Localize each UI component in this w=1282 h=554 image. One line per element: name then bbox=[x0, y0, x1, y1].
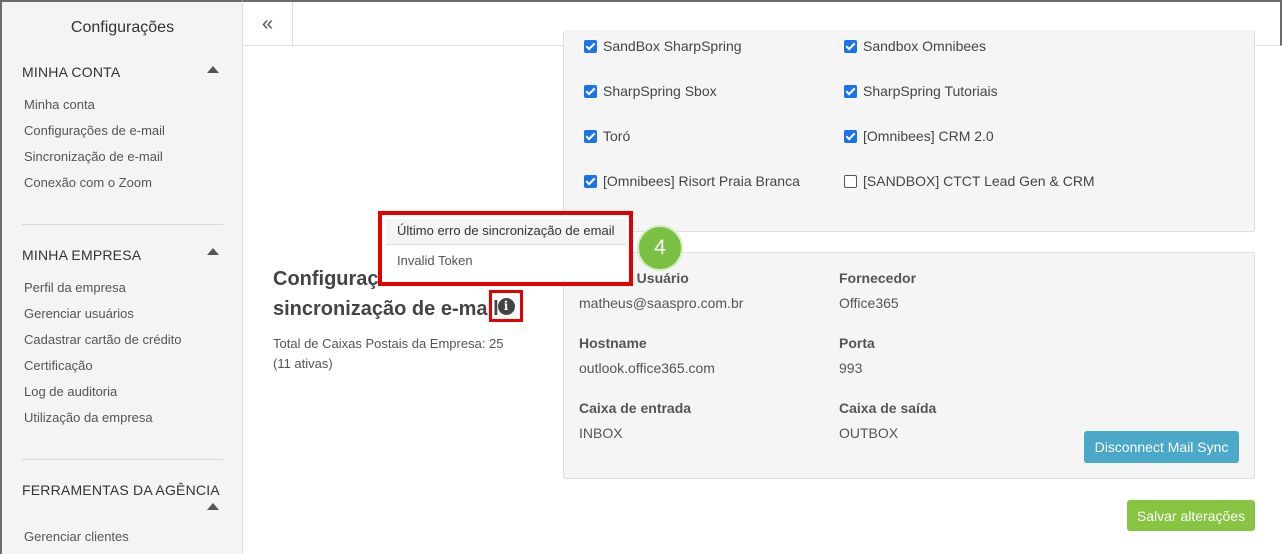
step-number-badge: 4 bbox=[637, 225, 683, 271]
section-ferramentas-agencia[interactable]: FERRAMENTAS DA AGÊNCIA bbox=[22, 482, 220, 498]
sidebar-item-certificacao[interactable]: Certificação bbox=[24, 358, 93, 373]
sidebar-item-minha-conta[interactable]: Minha conta bbox=[24, 97, 95, 112]
account-label: SandBox SharpSpring bbox=[603, 38, 742, 54]
user-name-label: e Usuário bbox=[625, 270, 689, 286]
hostname-value: outlook.office365.com bbox=[579, 360, 715, 376]
account-checkbox[interactable]: SharpSpring Tutoriais bbox=[844, 83, 998, 99]
account-checkbox[interactable]: SandBox SharpSpring bbox=[584, 38, 742, 54]
section-minha-conta[interactable]: MINHA CONTA bbox=[22, 64, 120, 80]
sidebar-divider bbox=[22, 224, 223, 225]
outbox-label: Caixa de saída bbox=[839, 400, 937, 416]
save-changes-button[interactable]: Salvar alterações bbox=[1127, 500, 1255, 531]
account-label: [Omnibees] CRM 2.0 bbox=[863, 128, 994, 144]
account-checkbox[interactable]: [SANDBOX] CTCT Lead Gen & CRM bbox=[844, 173, 1095, 189]
account-label: SharpSpring Tutoriais bbox=[863, 83, 998, 99]
account-checkbox[interactable]: Toró bbox=[584, 128, 630, 144]
provider-value: Office365 bbox=[839, 295, 899, 311]
sidebar-item-perfil-empresa[interactable]: Perfil da empresa bbox=[24, 280, 126, 295]
user-name-value: matheus@saaspro.com.br bbox=[579, 295, 744, 311]
inbox-label: Caixa de entrada bbox=[579, 400, 692, 416]
double-chevron-left-icon: « bbox=[261, 12, 274, 35]
sidebar-item-cadastrar-cartao[interactable]: Cadastrar cartão de crédito bbox=[24, 332, 182, 347]
port-label: Porta bbox=[839, 335, 875, 351]
outbox-value: OUTBOX bbox=[839, 425, 899, 441]
sidebar-divider bbox=[22, 459, 223, 460]
account-label: Sandbox Omnibees bbox=[863, 38, 986, 54]
account-checkbox[interactable]: Sandbox Omnibees bbox=[844, 38, 986, 54]
account-label: Toró bbox=[603, 128, 631, 144]
collapse-caret-icon[interactable] bbox=[207, 248, 219, 255]
sidebar-title: Configurações bbox=[70, 19, 175, 36]
mailbox-total: Total de Caixas Postais da Empresa: 25 (… bbox=[273, 334, 504, 374]
checkbox-checked[interactable] bbox=[584, 129, 597, 143]
tooltip-title: Último erro de sincronização de email bbox=[386, 219, 626, 245]
sidebar-item-gerenciar-usuarios[interactable]: Gerenciar usuários bbox=[24, 306, 134, 321]
section-minha-empresa[interactable]: MINHA EMPRESA bbox=[22, 247, 141, 263]
checkbox-checked[interactable] bbox=[584, 174, 597, 188]
checkbox-checked[interactable] bbox=[844, 84, 857, 98]
sidebar-item-sincronizacao-email[interactable]: Sincronização de e-mail bbox=[24, 149, 163, 164]
sidebar-item-utilizacao-empresa[interactable]: Utilização da empresa bbox=[24, 410, 153, 425]
title-line-2: sincronização de e-mail bbox=[273, 298, 499, 320]
sync-error-info-button[interactable]: i bbox=[489, 290, 523, 322]
disconnect-mail-sync-button[interactable]: Disconnect Mail Sync bbox=[1084, 431, 1239, 463]
sidebar-item-log-auditoria[interactable]: Log de auditoria bbox=[24, 384, 117, 399]
tooltip-message: Invalid Token bbox=[397, 253, 473, 268]
mailbox-total-line-2: (11 ativas) bbox=[273, 356, 333, 371]
provider-label: Fornecedor bbox=[839, 270, 917, 286]
sidebar-item-conexao-zoom[interactable]: Conexão com o Zoom bbox=[24, 175, 152, 190]
settings-sidebar: Configurações MINHA CONTA Minha conta Co… bbox=[0, 0, 243, 554]
checkbox-checked[interactable] bbox=[584, 39, 597, 53]
collapse-caret-icon[interactable] bbox=[207, 66, 219, 73]
account-label: [SANDBOX] CTCT Lead Gen & CRM bbox=[863, 173, 1095, 189]
account-checkbox[interactable]: [Omnibees] CRM 2.0 bbox=[844, 128, 994, 144]
account-label: SharpSpring Sbox bbox=[603, 83, 717, 99]
collapse-sidebar-button[interactable]: « bbox=[243, 2, 293, 46]
hostname-label: Hostname bbox=[579, 335, 647, 351]
account-label: [Omnibees] Risort Praia Branca bbox=[603, 173, 800, 189]
port-value: 993 bbox=[839, 360, 863, 376]
sidebar-item-configuracoes-email[interactable]: Configurações de e-mail bbox=[24, 123, 165, 138]
account-checkbox[interactable]: [Omnibees] Risort Praia Branca bbox=[584, 173, 800, 189]
account-checkbox[interactable]: SharpSpring Sbox bbox=[584, 83, 717, 99]
mailbox-total-line-1: Total de Caixas Postais da Empresa: 25 bbox=[273, 336, 504, 351]
info-icon: i bbox=[497, 297, 515, 315]
collapse-caret-icon[interactable] bbox=[207, 503, 219, 510]
checkbox-unchecked[interactable] bbox=[844, 174, 857, 188]
checkbox-checked[interactable] bbox=[844, 39, 857, 53]
checkbox-checked[interactable] bbox=[584, 84, 597, 98]
checkbox-checked[interactable] bbox=[844, 129, 857, 143]
inbox-value: INBOX bbox=[579, 425, 623, 441]
sidebar-item-gerenciar-clientes[interactable]: Gerenciar clientes bbox=[24, 529, 129, 544]
